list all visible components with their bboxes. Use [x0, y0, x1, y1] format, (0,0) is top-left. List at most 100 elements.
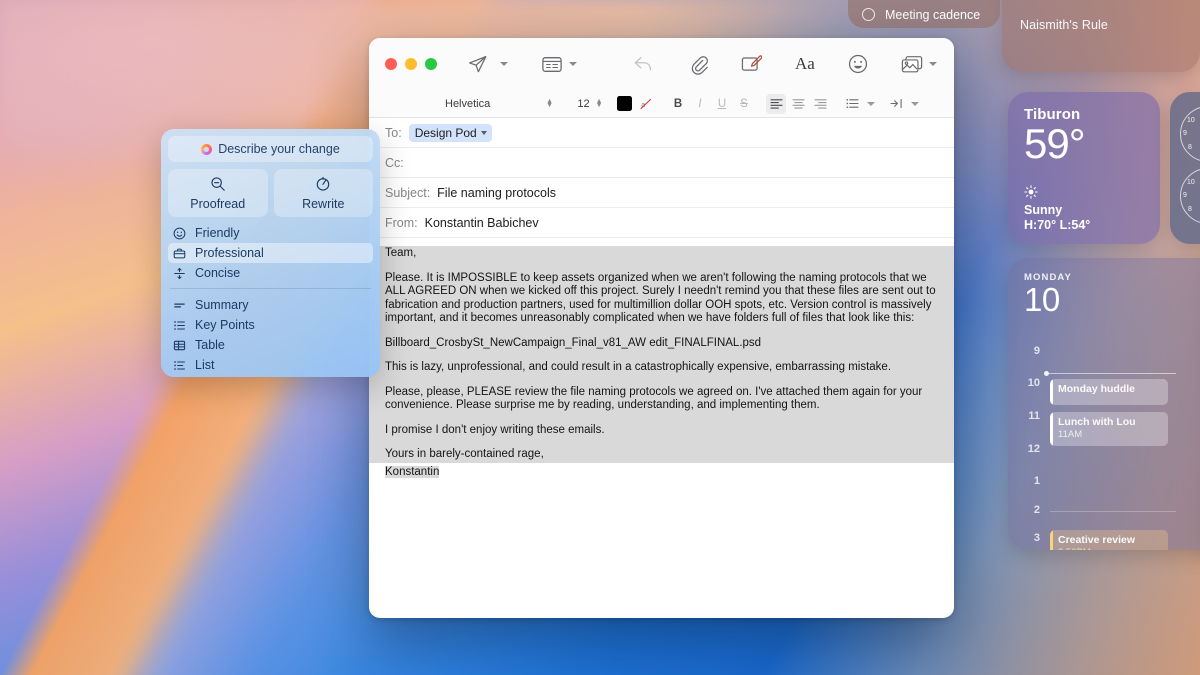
writing-tools-item-summary[interactable]: Summary — [168, 295, 373, 315]
describe-your-change-field[interactable]: Describe your change — [168, 136, 373, 162]
calendar-grid: 9 10 Monday huddle 11 Lunch with Lou 11A… — [1008, 327, 1200, 550]
body-paragraph-2: Billboard_CrosbySt_NewCampaign_Final_v81… — [385, 336, 762, 349]
list-icon — [172, 359, 187, 372]
photos-icon[interactable] — [901, 55, 923, 74]
italic-button[interactable]: I — [690, 94, 710, 114]
format-aa-icon[interactable]: Aa — [795, 54, 815, 74]
field-from[interactable]: From: Konstantin Babichev — [369, 208, 954, 238]
list-icon[interactable] — [842, 94, 862, 114]
writing-tools-item-friendly-label: Friendly — [195, 226, 240, 240]
markup-icon[interactable] — [741, 54, 762, 74]
text-color-swatch[interactable] — [614, 94, 634, 114]
font-family-stepper-icon[interactable]: ▲ ▼ — [546, 98, 553, 109]
calendar-hour-12: 12 — [1027, 443, 1040, 455]
field-to-label: To: — [385, 125, 402, 140]
font-family-value: Helvetica — [445, 97, 491, 110]
font-size-select[interactable]: 12 ▲ ▼ — [567, 94, 613, 113]
writing-tools-item-key-points[interactable]: Key Points — [168, 315, 373, 335]
align-right-icon[interactable] — [810, 94, 830, 114]
indent-chevron-down-icon[interactable] — [911, 101, 919, 106]
emoji-icon[interactable] — [848, 54, 868, 74]
briefcase-icon — [172, 247, 187, 260]
writing-tools-item-table[interactable]: Table — [168, 335, 373, 355]
writing-tools-popover[interactable]: Describe your change Proofread Rewrite F… — [161, 129, 380, 377]
field-to[interactable]: To: Design Pod — [369, 118, 954, 148]
photos-chevron-down-icon[interactable] — [928, 62, 937, 66]
align-center-icon[interactable] — [788, 94, 808, 114]
send-icon[interactable] — [467, 54, 488, 75]
calendar-hour-10: 10 — [1027, 377, 1040, 389]
rewrite-button[interactable]: Rewrite — [273, 169, 373, 217]
calendar-hour-1: 1 — [1033, 475, 1040, 487]
calendar-widget[interactable]: MONDAY 10 9 10 Monday huddle 11 Lunch wi… — [1008, 258, 1200, 550]
describe-your-change-label: Describe your change — [218, 142, 340, 156]
notification-title: Meeting cadence — [885, 8, 981, 22]
summary-lines-icon — [172, 299, 187, 312]
calendar-event-1[interactable]: Lunch with Lou 11AM — [1050, 412, 1168, 446]
calendar-header: MONDAY 10 — [1008, 272, 1200, 317]
smiley-icon — [172, 227, 187, 240]
writing-tools-item-key-points-label: Key Points — [195, 318, 255, 332]
indent-icon[interactable] — [886, 94, 906, 114]
writing-tools-format-list: Summary Key Points Table List — [168, 295, 373, 375]
widget-column: Points of Interest Naismith's Rule Tibur… — [1000, 0, 1200, 675]
paperclip-icon[interactable] — [689, 54, 708, 75]
calendar-event-0[interactable]: Monday huddle — [1050, 379, 1168, 405]
recipient-token[interactable]: Design Pod — [408, 123, 492, 142]
window-titlebar: Aa — [369, 38, 954, 90]
calendar-event-2-time: 2:50PM — [1058, 547, 1162, 550]
mail-body-signature: Konstantin — [385, 465, 440, 478]
strikethrough-button[interactable]: S — [734, 94, 754, 114]
rewrite-label: Rewrite — [302, 196, 345, 211]
weather-condition: Sunny — [1024, 203, 1063, 217]
reminder-item-1[interactable]: Naismith's Rule — [1020, 18, 1182, 32]
writing-tools-item-concise[interactable]: Concise — [168, 263, 373, 283]
format-toolbar: Helvetica ▲ ▼ 12 ▲ ▼ a B I U S — [369, 90, 954, 118]
writing-tools-item-professional[interactable]: Professional — [168, 243, 373, 263]
calendar-event-1-title: Lunch with Lou — [1058, 416, 1136, 428]
calendar-event-2[interactable]: Creative review 2:50PM — [1050, 530, 1168, 550]
mail-body-selection[interactable]: Team, Please. It is IMPOSSIBLE to keep a… — [369, 246, 954, 463]
proofread-button[interactable]: Proofread — [168, 169, 268, 217]
header-fields-chevron-down-icon[interactable] — [569, 62, 577, 66]
mail-body[interactable]: Team, Please. It is IMPOSSIBLE to keep a… — [369, 238, 954, 618]
table-icon — [172, 339, 187, 352]
minimize-button[interactable] — [405, 58, 417, 70]
writing-tools-item-friendly[interactable]: Friendly — [168, 223, 373, 243]
clock-num-10: 10 — [1187, 117, 1195, 124]
body-paragraph-3: This is lazy, unprofessional, and could … — [385, 361, 892, 373]
font-size-value: 12 — [577, 97, 590, 110]
notification-banner[interactable]: Meeting cadence — [848, 0, 1000, 28]
font-family-select[interactable]: Helvetica ▲ ▼ — [439, 94, 557, 113]
send-chevron-down-icon[interactable] — [500, 62, 508, 66]
reply-icon[interactable] — [633, 55, 654, 74]
body-paragraph-5: I promise I don't enjoy writing these em… — [385, 423, 605, 436]
underline-button[interactable]: U — [712, 94, 732, 114]
mail-compose-window[interactable]: Aa Helvetica ▲ ▼ 12 ▲ ▼ a B I U S To: De… — [369, 38, 954, 618]
highlight-icon[interactable]: a — [636, 94, 656, 114]
proofread-magnifier-icon — [210, 176, 226, 195]
field-cc[interactable]: Cc: — [369, 148, 954, 178]
reminders-widget[interactable]: Points of Interest Naismith's Rule — [1002, 0, 1200, 72]
writing-tools-tone-list: Friendly Professional Concise — [168, 223, 373, 283]
close-button[interactable] — [385, 58, 397, 70]
bold-button[interactable]: B — [668, 94, 688, 114]
field-subject[interactable]: Subject: File naming protocols — [369, 178, 954, 208]
world-clock-widget[interactable]: 11 10 9 8 7 11 10 9 8 7 — [1170, 92, 1200, 244]
calendar-grid-line — [1050, 511, 1176, 512]
calendar-hour-3: 3 — [1033, 532, 1040, 544]
compress-icon — [172, 267, 187, 280]
zoom-button[interactable] — [425, 58, 437, 70]
calendar-event-0-bar — [1050, 379, 1053, 405]
weather-widget[interactable]: Tiburon 59° Sunny H:70° L:54° — [1008, 92, 1160, 244]
header-fields-icon[interactable] — [542, 56, 562, 73]
clock-face-2: 11 10 9 8 7 — [1180, 168, 1200, 224]
writing-tools-item-list[interactable]: List — [168, 355, 373, 375]
align-left-icon[interactable] — [766, 93, 786, 114]
font-size-stepper-icon[interactable]: ▲ ▼ — [596, 98, 603, 109]
field-cc-label: Cc: — [385, 155, 404, 170]
writing-tools-item-professional-label: Professional — [195, 246, 264, 260]
recipient-chevron-down-icon[interactable] — [480, 130, 487, 135]
list-chevron-down-icon[interactable] — [867, 101, 875, 106]
calendar-event-2-title: Creative review — [1058, 534, 1136, 546]
